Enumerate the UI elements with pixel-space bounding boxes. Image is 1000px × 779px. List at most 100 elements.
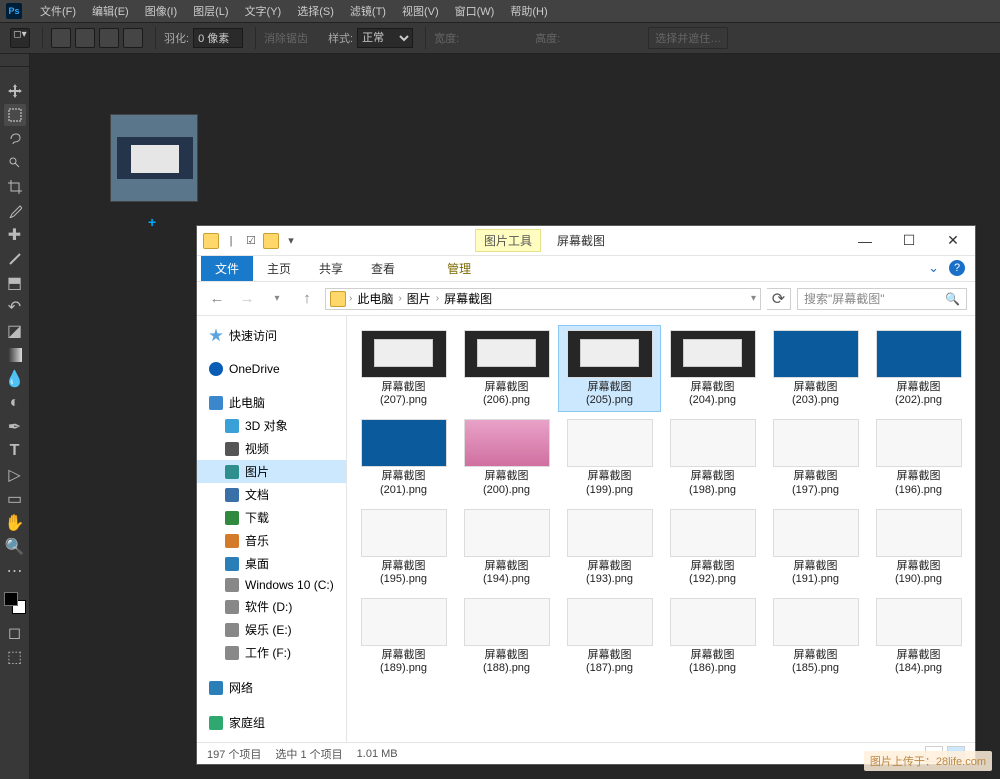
file-item[interactable]: 屏幕截图(186).png [662,594,763,679]
nav-up-button[interactable]: ↑ [295,287,319,311]
file-item[interactable]: 屏幕截图(197).png [765,415,866,500]
file-item[interactable]: 屏幕截图(206).png [456,326,557,411]
menu-item[interactable]: 视图(V) [394,0,447,22]
nav-item[interactable]: 工作 (F:) [197,641,346,664]
navigation-pane[interactable]: 快速访问 OneDrive 此电脑 3D 对象视频图片文档下载音乐桌面Windo… [197,316,347,742]
context-tab[interactable]: 图片工具 [475,229,541,252]
menu-item[interactable]: 文字(Y) [237,0,290,22]
nav-item[interactable]: 娱乐 (E:) [197,618,346,641]
quick-select-tool[interactable] [4,152,26,174]
nav-back-button[interactable]: ← [205,287,229,311]
maximize-button[interactable]: ☐ [887,226,931,255]
menu-item[interactable]: 图像(I) [137,0,185,22]
crumb-sep-icon[interactable]: › [398,293,401,304]
file-item[interactable]: 屏幕截图(192).png [662,505,763,590]
file-item[interactable]: 屏幕截图(196).png [868,415,969,500]
shape-tool[interactable]: ▭ [4,488,26,510]
file-item[interactable]: 屏幕截图(188).png [456,594,557,679]
nav-item[interactable]: 文档 [197,483,346,506]
close-button[interactable]: ✕ [931,226,975,255]
nav-network[interactable]: 网络 [197,676,346,699]
menu-item[interactable]: 图层(L) [185,0,236,22]
clone-stamp-tool[interactable]: ⬒ [4,272,26,294]
menu-item[interactable]: 文件(F) [32,0,84,22]
file-item[interactable]: 屏幕截图(194).png [456,505,557,590]
file-item[interactable]: 屏幕截图(190).png [868,505,969,590]
refresh-button[interactable]: ⟳ [767,288,791,310]
options-intersect-selection[interactable] [123,28,143,48]
move-tool[interactable] [4,80,26,102]
feather-input[interactable] [193,28,243,48]
address-field[interactable]: › 此电脑 › 图片 › 屏幕截图 ▾ [325,288,761,310]
hand-tool[interactable]: ✋ [4,512,26,534]
crumb-thispc[interactable]: 此电脑 [355,290,395,307]
nav-homegroup[interactable]: 家庭组 [197,711,346,734]
crumb-screenshots[interactable]: 屏幕截图 [442,290,494,307]
nav-item[interactable]: 视频 [197,437,346,460]
menu-item[interactable]: 选择(S) [289,0,342,22]
nav-quick-access[interactable]: 快速访问 [197,324,346,347]
pen-tool[interactable]: ✒ [4,416,26,438]
color-swatches[interactable] [4,592,26,614]
ribbon-tab-share[interactable]: 共享 [305,256,357,281]
blur-tool[interactable]: 💧 [4,368,26,390]
crop-tool[interactable] [4,176,26,198]
ribbon-expand-icon[interactable]: ⌄ [928,260,939,276]
help-icon[interactable]: ? [949,260,965,276]
menu-item[interactable]: 帮助(H) [502,0,555,22]
file-item[interactable]: 屏幕截图(203).png [765,326,866,411]
healing-brush-tool[interactable]: ✚ [4,224,26,246]
quick-mask[interactable]: ◻ [4,622,26,644]
screen-mode[interactable]: ⬚ [4,646,26,668]
history-brush-tool[interactable]: ↶ [4,296,26,318]
qat-properties-icon[interactable]: ☑ [243,233,259,249]
gradient-tool[interactable] [4,344,26,366]
file-item[interactable]: 屏幕截图(205).png [559,326,660,411]
zoom-tool[interactable]: 🔍 [4,536,26,558]
crumb-sep-icon[interactable]: › [349,293,352,304]
options-sub-selection[interactable] [99,28,119,48]
file-list[interactable]: 屏幕截图(207).png屏幕截图(206).png屏幕截图(205).png屏… [347,316,975,742]
explorer-titlebar[interactable]: | ☑ ▾ 图片工具 屏幕截图 — ☐ ✕ [197,226,975,256]
nav-item[interactable]: 软件 (D:) [197,595,346,618]
options-add-selection[interactable] [75,28,95,48]
file-item[interactable]: 屏幕截图(199).png [559,415,660,500]
nav-this-pc[interactable]: 此电脑 [197,391,346,414]
qat-dropdown-icon[interactable]: ▾ [283,233,299,249]
nav-onedrive[interactable]: OneDrive [197,359,346,379]
search-icon[interactable]: 🔍 [945,292,960,306]
search-box[interactable]: 搜索"屏幕截图" 🔍 [797,288,967,310]
marquee-tool[interactable] [4,104,26,126]
nav-item[interactable]: 3D 对象 [197,414,346,437]
file-item[interactable]: 屏幕截图(200).png [456,415,557,500]
lasso-tool[interactable] [4,128,26,150]
nav-item[interactable]: 图片 [197,460,346,483]
file-item[interactable]: 屏幕截图(204).png [662,326,763,411]
crumb-pictures[interactable]: 图片 [405,290,433,307]
menu-item[interactable]: 窗口(W) [447,0,503,22]
file-item[interactable]: 屏幕截图(201).png [353,415,454,500]
options-tool-preset[interactable]: ◻▾ [10,28,30,48]
minimize-button[interactable]: — [843,226,887,255]
menu-item[interactable]: 滤镜(T) [342,0,394,22]
file-item[interactable]: 屏幕截图(193).png [559,505,660,590]
brush-tool[interactable] [4,248,26,270]
qat-newfolder-icon[interactable] [263,233,279,249]
nav-forward-button[interactable]: → [235,287,259,311]
ribbon-tab-view[interactable]: 查看 [357,256,409,281]
ribbon-tab-file[interactable]: 文件 [201,256,253,281]
eraser-tool[interactable]: ◪ [4,320,26,342]
document-thumbnail[interactable] [110,114,198,202]
file-item[interactable]: 屏幕截图(207).png [353,326,454,411]
file-item[interactable]: 屏幕截图(202).png [868,326,969,411]
eyedropper-tool[interactable] [4,200,26,222]
type-tool[interactable]: T [4,440,26,462]
nav-item[interactable]: 音乐 [197,529,346,552]
ribbon-tab-home[interactable]: 主页 [253,256,305,281]
style-select[interactable]: 正常 [357,28,413,48]
folder-icon[interactable] [203,233,219,249]
file-item[interactable]: 屏幕截图(187).png [559,594,660,679]
app-logo[interactable]: Ps [6,3,22,19]
dodge-tool[interactable]: ◐ [4,392,26,414]
file-item[interactable]: 屏幕截图(198).png [662,415,763,500]
